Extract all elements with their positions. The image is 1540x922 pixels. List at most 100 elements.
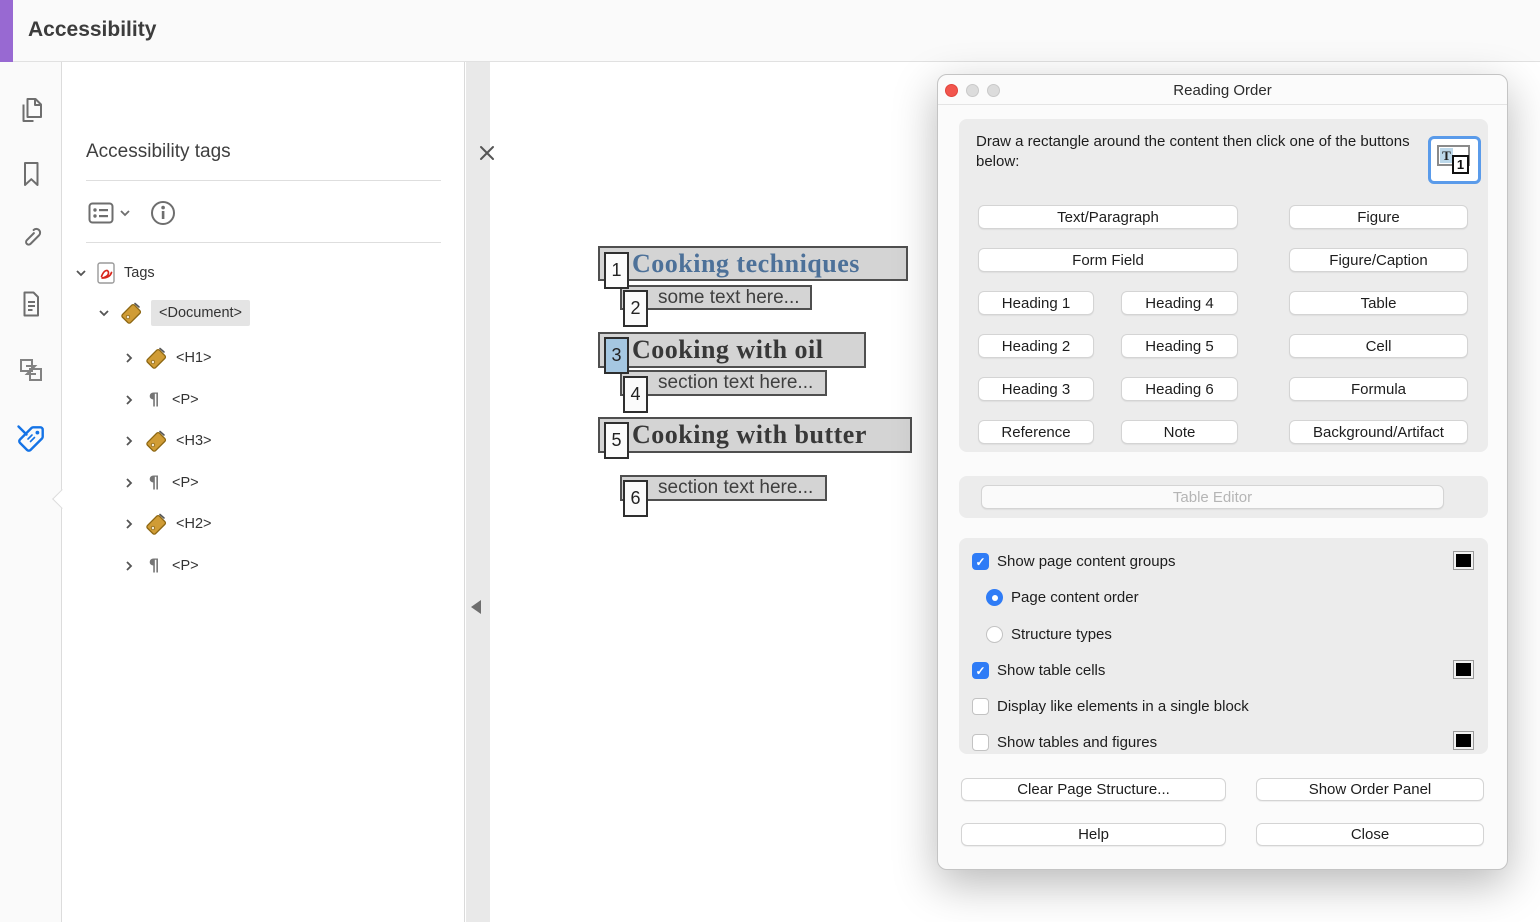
structure-type-icon[interactable]: T 1 xyxy=(1428,136,1481,184)
accent-bar xyxy=(0,0,13,62)
reading-order-badge-1: 1 xyxy=(604,252,629,289)
sidebar-button-content[interactable] xyxy=(14,287,48,321)
chevron-right-icon[interactable] xyxy=(122,393,136,407)
option-label: Show page content groups xyxy=(997,553,1175,570)
sidebar-button-page-thumbnails[interactable] xyxy=(14,93,48,127)
sidebar-button-order[interactable] xyxy=(14,353,48,387)
table-editor-button[interactable]: Table Editor xyxy=(981,485,1444,509)
paragraph-icon: ¶ xyxy=(143,390,165,410)
background-artifact-button[interactable]: Background/Artifact xyxy=(1289,420,1468,444)
panel-divider-strip xyxy=(466,62,490,922)
chevron-right-icon[interactable] xyxy=(122,351,136,365)
tree-item-p3[interactable]: ¶ <P> xyxy=(122,553,199,579)
heading-6-button[interactable]: Heading 6 xyxy=(1121,377,1238,401)
heading-2-button[interactable]: Heading 2 xyxy=(978,334,1094,358)
table-button[interactable]: Table xyxy=(1289,291,1468,315)
chevron-down-icon[interactable] xyxy=(97,306,111,320)
text-paragraph-button[interactable]: Text/Paragraph xyxy=(978,205,1238,229)
content-region-3[interactable]: Cooking with oil xyxy=(598,332,866,368)
reading-order-badge-3-selected: 3 xyxy=(604,337,629,374)
dialog-titlebar: Reading Order xyxy=(938,75,1507,105)
region-text: Cooking with oil xyxy=(632,335,824,365)
tree-item-tags-root[interactable]: Tags xyxy=(74,260,155,286)
tree-item-document[interactable]: <Document> xyxy=(97,300,250,326)
heading-3-button[interactable]: Heading 3 xyxy=(978,377,1094,401)
formula-button[interactable]: Formula xyxy=(1289,377,1468,401)
reading-order-badge-2: 2 xyxy=(623,290,648,327)
accessibility-tags-panel: Accessibility tags Tags <Document xyxy=(62,62,465,922)
chevron-right-icon[interactable] xyxy=(122,517,136,531)
tags-icon xyxy=(14,420,48,454)
content-groups-color-swatch[interactable] xyxy=(1453,551,1474,570)
table-editor-group: Table Editor xyxy=(959,476,1488,518)
option-label: Page content order xyxy=(1011,589,1139,606)
tree-item-label: <P> xyxy=(172,475,199,491)
tree-item-p1[interactable]: ¶ <P> xyxy=(122,387,199,413)
region-text: section text here... xyxy=(658,372,813,394)
checkbox-unchecked-icon[interactable] xyxy=(972,698,989,715)
display-options-group: ✓ Show page content groups Page content … xyxy=(959,538,1488,754)
radio-selected-icon[interactable] xyxy=(986,589,1003,606)
tree-item-label: <H2> xyxy=(176,516,211,532)
figure-button[interactable]: Figure xyxy=(1289,205,1468,229)
chevron-right-icon[interactable] xyxy=(122,476,136,490)
close-button[interactable]: Close xyxy=(1256,823,1484,846)
close-panel-button[interactable] xyxy=(475,141,499,165)
content-region-2[interactable]: some text here... xyxy=(620,285,812,310)
chevron-right-icon[interactable] xyxy=(122,434,136,448)
reference-button[interactable]: Reference xyxy=(978,420,1094,444)
tree-item-p2[interactable]: ¶ <P> xyxy=(122,470,199,496)
info-button[interactable] xyxy=(148,198,178,228)
sidebar-button-attachments[interactable] xyxy=(14,221,48,255)
chevron-right-icon[interactable] xyxy=(122,559,136,573)
tag-options-button[interactable] xyxy=(86,198,130,228)
sidebar-button-bookmarks[interactable] xyxy=(14,157,48,191)
content-region-1[interactable]: Cooking techniques xyxy=(598,246,908,281)
clear-page-structure-button[interactable]: Clear Page Structure... xyxy=(961,778,1226,801)
tree-item-h2[interactable]: <H2> xyxy=(122,511,211,537)
option-label: Show table cells xyxy=(997,662,1105,679)
tree-item-label: <H3> xyxy=(176,433,211,449)
dialog-title: Reading Order xyxy=(938,82,1507,99)
attachments-icon xyxy=(16,223,46,253)
heading-4-button[interactable]: Heading 4 xyxy=(1121,291,1238,315)
note-button[interactable]: Note xyxy=(1121,420,1238,444)
tag-icon xyxy=(143,428,169,454)
tag-icon xyxy=(143,345,169,371)
tree-item-h3[interactable]: <H3> xyxy=(122,428,211,454)
content-region-6[interactable]: section text here... xyxy=(620,475,827,501)
app-header: Accessibility xyxy=(0,0,1540,62)
instruction-text: Draw a rectangle around the content then… xyxy=(976,132,1428,172)
pdf-icon xyxy=(95,261,117,285)
tables-figures-color-swatch[interactable] xyxy=(1453,731,1474,750)
content-region-5[interactable]: Cooking with butter xyxy=(598,417,912,453)
figure-caption-button[interactable]: Figure/Caption xyxy=(1289,248,1468,272)
option-label: Display like elements in a single block xyxy=(997,698,1249,715)
tree-item-h1[interactable]: <H1> xyxy=(122,345,211,371)
checkbox-unchecked-icon[interactable] xyxy=(972,734,989,751)
collapse-panel-button[interactable] xyxy=(471,600,485,616)
table-cells-color-swatch[interactable] xyxy=(1453,660,1474,679)
show-order-panel-button[interactable]: Show Order Panel xyxy=(1256,778,1484,801)
option-show-page-content-groups: ✓ Show page content groups xyxy=(972,553,1175,570)
reading-order-badge-6: 6 xyxy=(623,480,648,517)
option-show-table-cells: ✓ Show table cells xyxy=(972,662,1105,679)
chevron-down-icon[interactable] xyxy=(74,266,88,280)
option-label: Structure types xyxy=(1011,626,1112,643)
checkbox-checked-icon[interactable]: ✓ xyxy=(972,662,989,679)
content-region-4[interactable]: section text here... xyxy=(620,370,827,396)
form-field-button[interactable]: Form Field xyxy=(978,248,1238,272)
tag-buttons-group: Draw a rectangle around the content then… xyxy=(959,119,1488,452)
reading-order-badge-4: 4 xyxy=(623,376,648,413)
cell-button[interactable]: Cell xyxy=(1289,334,1468,358)
option-label: Show tables and figures xyxy=(997,734,1157,751)
region-text: Cooking with butter xyxy=(632,420,867,450)
heading-5-button[interactable]: Heading 5 xyxy=(1121,334,1238,358)
help-button[interactable]: Help xyxy=(961,823,1226,846)
heading-1-button[interactable]: Heading 1 xyxy=(978,291,1094,315)
checkbox-checked-icon[interactable]: ✓ xyxy=(972,553,989,570)
divider xyxy=(86,180,441,181)
tree-item-label: <Document> xyxy=(151,300,250,326)
sidebar-button-tags[interactable] xyxy=(14,420,48,454)
radio-unselected-icon[interactable] xyxy=(986,626,1003,643)
